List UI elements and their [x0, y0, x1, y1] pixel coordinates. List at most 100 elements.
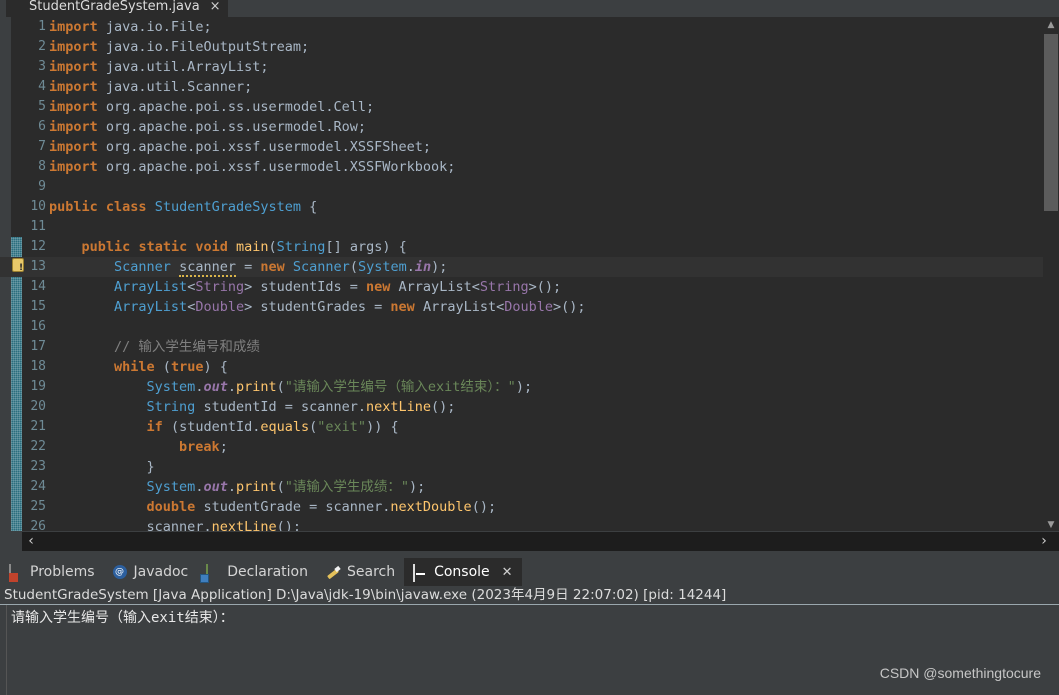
code-editor[interactable]: 1 import java.io.File; 2 import java.io.Fil… [0, 17, 1059, 533]
code-text: Scanner scanner = new Scanner(System.in)… [114, 259, 448, 277]
editor-horizontal-scrollbar[interactable] [22, 531, 1059, 551]
code-text: double studentGrade = scanner.nextDouble… [146, 499, 497, 515]
vertical-scrollbar-thumb[interactable] [1044, 34, 1058, 211]
scroll-left-icon[interactable]: ‹ [22, 531, 40, 551]
code-line[interactable]: 14 ArrayList<String> studentIds = new Ar… [0, 277, 1059, 297]
code-line[interactable]: 24 System.out.print("请输入学生成绩："); [0, 477, 1059, 497]
code-line[interactable]: 16 [0, 317, 1059, 337]
code-line[interactable]: 11 [0, 217, 1059, 237]
console-output[interactable]: 请输入学生编号（输入exit结束）： [8, 606, 1059, 695]
code-line[interactable]: 19 System.out.print("请输入学生编号（输入exit结束）："… [0, 377, 1059, 397]
code-line[interactable]: 10 public class StudentGradeSystem { [0, 197, 1059, 217]
code-line[interactable]: 13 Scanner scanner = new Scanner(System.… [0, 257, 1059, 277]
view-tab-label: Problems [30, 564, 95, 580]
console-icon [413, 563, 428, 582]
line-number: 24 [30, 479, 46, 494]
code-line[interactable]: 8 import org.apache.poi.xssf.usermodel.XS… [0, 157, 1059, 177]
code-text: import java.io.FileOutputStream; [49, 39, 310, 55]
console-launch-status: StudentGradeSystem [Java Application] D:… [0, 586, 1059, 605]
scroll-right-icon[interactable]: › [1035, 531, 1053, 551]
code-line[interactable]: 23 } [0, 457, 1059, 477]
line-number: 12 [30, 239, 46, 254]
close-icon[interactable]: × [210, 0, 221, 14]
view-tab-label: Search [346, 564, 396, 580]
line-number: 16 [30, 319, 46, 334]
code-text: public class StudentGradeSystem { [49, 199, 318, 215]
code-text: import java.util.Scanner; [49, 79, 253, 95]
watermark: CSDN @somethingtocure [879, 665, 1041, 681]
view-tab-console[interactable]: Console ✕ [404, 558, 522, 586]
code-line[interactable]: 7 import org.apache.poi.xssf.usermodel.XS… [0, 137, 1059, 157]
code-line[interactable]: 4 import java.util.Scanner; [0, 77, 1059, 97]
line-number: 17 [30, 339, 46, 354]
code-lines-container: 1 import java.io.File; 2 import java.io.Fil… [0, 17, 1059, 533]
java-file-icon [11, 0, 24, 13]
code-line[interactable]: 3 import java.util.ArrayList; [0, 57, 1059, 77]
line-number: 20 [30, 399, 46, 414]
line-number: 4 [38, 79, 46, 94]
code-line[interactable]: 18 while (true) { [0, 357, 1059, 377]
editor-tab-studentgradesystem[interactable]: StudentGradeSystem.java × [6, 0, 228, 17]
editor-tab-label: StudentGradeSystem.java [29, 0, 200, 14]
code-text: import org.apache.poi.xssf.usermodel.XSS… [49, 139, 432, 155]
code-text: import org.apache.poi.ss.usermodel.Row; [49, 119, 366, 135]
code-line[interactable]: 6 import org.apache.poi.ss.usermodel.Row; [0, 117, 1059, 137]
code-text: System.out.print("请输入学生成绩："); [146, 479, 426, 495]
code-line[interactable]: 22 break; [0, 437, 1059, 457]
line-number: 23 [30, 459, 46, 474]
console-view[interactable]: StudentGradeSystem [Java Application] D:… [0, 586, 1059, 695]
line-number: 14 [30, 279, 46, 294]
scroll-up-icon[interactable]: ▲ [1043, 17, 1059, 33]
code-line[interactable]: 9 [0, 177, 1059, 197]
editor-tab-strip: StudentGradeSystem.java × [0, 0, 1059, 17]
line-number: 15 [30, 299, 46, 314]
line-number: 11 [30, 219, 46, 234]
line-number: 21 [30, 419, 46, 434]
code-text: import java.util.ArrayList; [49, 59, 269, 75]
code-text: import org.apache.poi.xssf.usermodel.XSS… [49, 159, 456, 175]
code-text: ArrayList<Double> studentGrades = new Ar… [114, 299, 586, 315]
declaration-icon [206, 563, 221, 582]
code-line[interactable]: 15 ArrayList<Double> studentGrades = new… [0, 297, 1059, 317]
code-line[interactable]: 1 import java.io.File; [0, 17, 1059, 37]
line-number: 3 [38, 59, 46, 74]
code-line[interactable]: 12 public static void main(String[] args… [0, 237, 1059, 257]
view-tab-label: Declaration [227, 564, 308, 580]
view-tab-javadoc[interactable]: @ Javadoc [104, 558, 198, 586]
bottom-view-tab-bar: Problems @ Javadoc Declaration Search Console… [0, 558, 1059, 586]
search-icon [326, 565, 341, 580]
code-line[interactable]: 5 import org.apache.poi.ss.usermodel.Cell… [0, 97, 1059, 117]
view-tab-label: Console [434, 564, 490, 580]
line-number: 6 [38, 119, 46, 134]
code-line[interactable]: 20 String studentId = scanner.nextLine()… [0, 397, 1059, 417]
console-left-rail [0, 605, 7, 695]
line-number: 19 [30, 379, 46, 394]
code-line[interactable]: 17 // 输入学生编号和成绩 [0, 337, 1059, 357]
view-tab-label: Javadoc [133, 564, 189, 580]
code-text: String studentId = scanner.nextLine(); [146, 399, 456, 415]
problems-icon [9, 563, 24, 582]
line-number: 25 [30, 499, 46, 514]
code-line[interactable]: 25 double studentGrade = scanner.nextDou… [0, 497, 1059, 517]
code-text: break; [179, 439, 228, 455]
code-text: // 输入学生编号和成绩 [114, 339, 260, 355]
view-tab-problems[interactable]: Problems [0, 558, 104, 586]
code-line[interactable]: 21 if (studentId.equals("exit")) { [0, 417, 1059, 437]
close-icon[interactable]: ✕ [502, 565, 513, 580]
console-output-line: 请输入学生编号（输入exit结束）： [11, 610, 234, 626]
code-text: if (studentId.equals("exit")) { [146, 419, 399, 435]
code-text: ArrayList<String> studentIds = new Array… [114, 279, 562, 295]
line-number: 7 [38, 139, 46, 154]
code-text: import java.io.File; [49, 19, 212, 35]
code-text: import org.apache.poi.ss.usermodel.Cell; [49, 99, 375, 115]
line-number: 18 [30, 359, 46, 374]
code-text: while (true) { [114, 359, 228, 375]
code-line[interactable]: 2 import java.io.FileOutputStream; [0, 37, 1059, 57]
line-number: 22 [30, 439, 46, 454]
line-number: 10 [30, 199, 46, 214]
editor-vertical-scrollbar[interactable]: ▲ ▼ [1043, 17, 1059, 533]
line-number: 2 [38, 39, 46, 54]
view-tab-search[interactable]: Search [317, 558, 404, 586]
view-tab-declaration[interactable]: Declaration [197, 558, 317, 586]
code-text: System.out.print("请输入学生编号（输入exit结束）："); [146, 379, 533, 395]
